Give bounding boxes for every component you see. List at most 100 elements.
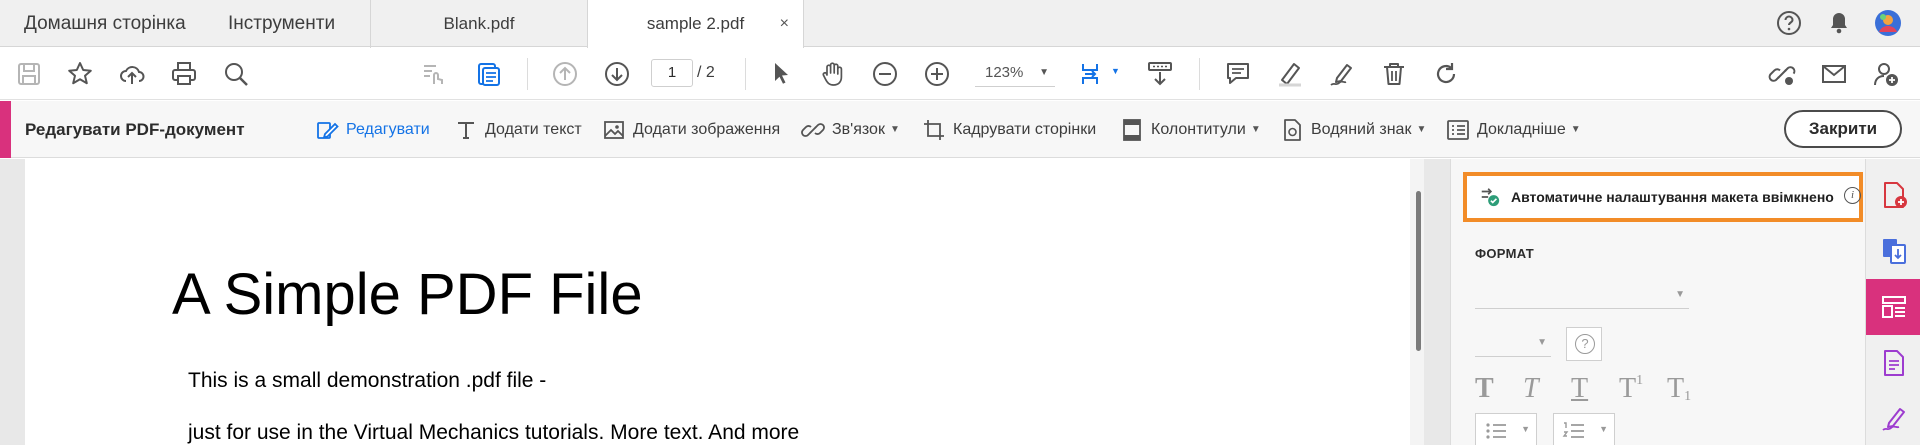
highlight-pen-icon[interactable] — [1276, 60, 1304, 88]
zoom-out-icon[interactable] — [871, 60, 899, 88]
bold-text-icon[interactable]: T — [1475, 373, 1494, 405]
chevron-down-icon: ▼ — [1570, 124, 1581, 135]
document-viewport[interactable]: A Simple PDF File This is a small demons… — [0, 159, 1450, 445]
edit-pdf-icon — [1881, 296, 1906, 318]
more-button[interactable]: Докладніше ▼ — [1446, 101, 1581, 158]
previous-page-icon[interactable] — [551, 60, 579, 88]
chevron-down-icon: ▼ — [1039, 67, 1049, 78]
header-footer-label: Колонтитули — [1151, 120, 1246, 138]
close-edit-button[interactable]: Закрити — [1784, 110, 1902, 148]
zoom-value: 123% — [985, 64, 1024, 81]
add-user-icon[interactable] — [1872, 60, 1900, 88]
add-image-button[interactable]: Додати зображення — [602, 101, 780, 158]
numbered-list-icon — [1562, 422, 1584, 438]
tab-label: Blank.pdf — [443, 14, 515, 33]
chevron-down-icon: ▼ — [1416, 124, 1427, 135]
tab-label: sample 2.pdf — [646, 14, 745, 33]
add-text-button[interactable]: Додати текст — [454, 101, 582, 158]
info-icon[interactable]: i — [1844, 187, 1861, 204]
tab-close-icon[interactable]: × — [780, 0, 789, 47]
search-zoom-icon[interactable] — [222, 60, 250, 88]
email-envelope-icon[interactable] — [1820, 60, 1848, 88]
underline-text-icon[interactable]: T — [1571, 373, 1588, 405]
next-page-icon[interactable] — [603, 60, 631, 88]
bookmark-star-icon[interactable] — [66, 60, 94, 88]
format-side-panel: Автоматичне налаштування макета ввімкнен… — [1450, 159, 1865, 445]
help-icon[interactable]: ? — [1566, 327, 1602, 361]
hand-tool-icon[interactable] — [819, 60, 847, 88]
chevron-down-icon: ▼ — [1537, 337, 1547, 348]
header-footer-button[interactable]: Колонтитули ▼ — [1120, 101, 1261, 158]
scrollbar-thumb[interactable] — [1416, 191, 1421, 351]
edit-pencil-icon — [317, 121, 339, 139]
rail-export-pdf[interactable] — [1866, 223, 1920, 279]
link-button[interactable]: Зв'язок ▼ — [801, 101, 900, 158]
tab-blank-pdf[interactable]: Blank.pdf — [370, 0, 588, 48]
home-nav-link[interactable]: Домашня сторінка — [24, 0, 186, 47]
create-pdf-icon — [1883, 182, 1907, 208]
rotate-icon[interactable] — [1432, 60, 1460, 88]
chevron-down-icon: ▼ — [1521, 424, 1530, 434]
tools-nav-link[interactable]: Інструменти — [228, 0, 335, 47]
format-section-label: ФОРМАТ — [1475, 246, 1535, 261]
add-image-label: Додати зображення — [633, 120, 781, 138]
sign-pen-icon[interactable] — [1328, 60, 1356, 88]
page-fit-icon[interactable] — [1080, 60, 1108, 88]
comment-icon[interactable] — [1224, 60, 1252, 88]
help-glyph: ? — [1575, 334, 1595, 354]
top-tab-bar: Домашня сторінка Інструменти Blank.pdf s… — [0, 0, 1920, 48]
select-cursor-icon[interactable] — [767, 60, 795, 88]
document-paragraph[interactable]: This is a small demonstration .pdf file … — [188, 369, 546, 393]
bullet-list-select[interactable]: ▼ — [1475, 413, 1537, 445]
zoom-in-icon[interactable] — [923, 60, 951, 88]
link-label: Зв'язок — [832, 120, 885, 138]
watermark-button[interactable]: Водяний знак ▼ — [1280, 101, 1426, 158]
watermark-page-icon — [1284, 118, 1301, 141]
document-paragraph[interactable]: just for use in the Virtual Mechanics tu… — [188, 421, 799, 445]
edit-tool-label: Редагувати — [346, 120, 430, 138]
crop-pages-button[interactable]: Кадрувати сторінки — [922, 101, 1096, 158]
main-toolbar: 1 / 2 123% ▼ ▼ — [0, 48, 1920, 100]
crop-pages-label: Кадрувати сторінки — [953, 120, 1097, 138]
chevron-down-icon: ▼ — [1250, 124, 1261, 135]
page-fit-chevron-down-icon[interactable]: ▼ — [1111, 66, 1120, 76]
more-label: Докладніше — [1477, 120, 1566, 138]
rail-edit-pdf[interactable] — [1866, 279, 1920, 335]
font-size-select[interactable]: ▼ — [1475, 331, 1551, 357]
page-total: / 2 — [697, 64, 715, 81]
superscript-icon[interactable]: T1 — [1619, 373, 1643, 405]
help-icon[interactable] — [1776, 10, 1802, 36]
save-icon[interactable] — [15, 60, 43, 88]
notifications-bell-icon[interactable] — [1826, 10, 1852, 36]
tab-sample-2-pdf[interactable]: sample 2.pdf × — [588, 0, 804, 48]
user-avatar[interactable] — [1874, 9, 1902, 37]
edit-pdf-toolbar: Редагувати PDF-документ Редагувати Додат… — [0, 101, 1920, 158]
zoom-level-select[interactable]: 123% ▼ — [975, 59, 1055, 87]
pdf-page[interactable]: A Simple PDF File This is a small demons… — [25, 159, 1415, 445]
rail-fill-sign[interactable] — [1866, 391, 1920, 445]
share-link-icon[interactable] — [1768, 60, 1796, 88]
font-family-select[interactable]: ▼ — [1475, 283, 1689, 309]
edit-pdf-title: Редагувати PDF-документ — [25, 120, 245, 139]
cloud-upload-icon[interactable] — [118, 60, 146, 88]
document-clipboard-icon[interactable] — [474, 60, 502, 88]
edit-accent-bar — [0, 101, 11, 158]
edit-tool-button[interactable]: Редагувати — [315, 101, 430, 158]
auto-layout-notice[interactable]: Автоматичне налаштування макета ввімкнен… — [1463, 172, 1863, 222]
auto-layout-text: Автоматичне налаштування макета ввімкнен… — [1511, 189, 1834, 205]
delete-trash-icon[interactable] — [1380, 60, 1408, 88]
list-details-icon — [1447, 119, 1469, 140]
rail-organize-pages[interactable] — [1866, 335, 1920, 391]
numbered-list-select[interactable]: ▼ — [1553, 413, 1615, 445]
print-icon[interactable] — [170, 60, 198, 88]
add-text-label: Додати текст — [485, 120, 582, 138]
page-number-input[interactable]: 1 — [651, 59, 693, 87]
rail-create-pdf[interactable] — [1866, 167, 1920, 223]
document-heading[interactable]: A Simple PDF File — [172, 261, 643, 328]
header-footer-icon — [1123, 118, 1141, 141]
link-chain-icon — [801, 122, 825, 137]
subscript-icon[interactable]: T1 — [1667, 373, 1691, 405]
italic-text-icon[interactable]: T — [1523, 373, 1539, 405]
scroll-mode-icon[interactable] — [1146, 60, 1174, 88]
touch-mode-icon[interactable] — [420, 60, 448, 88]
